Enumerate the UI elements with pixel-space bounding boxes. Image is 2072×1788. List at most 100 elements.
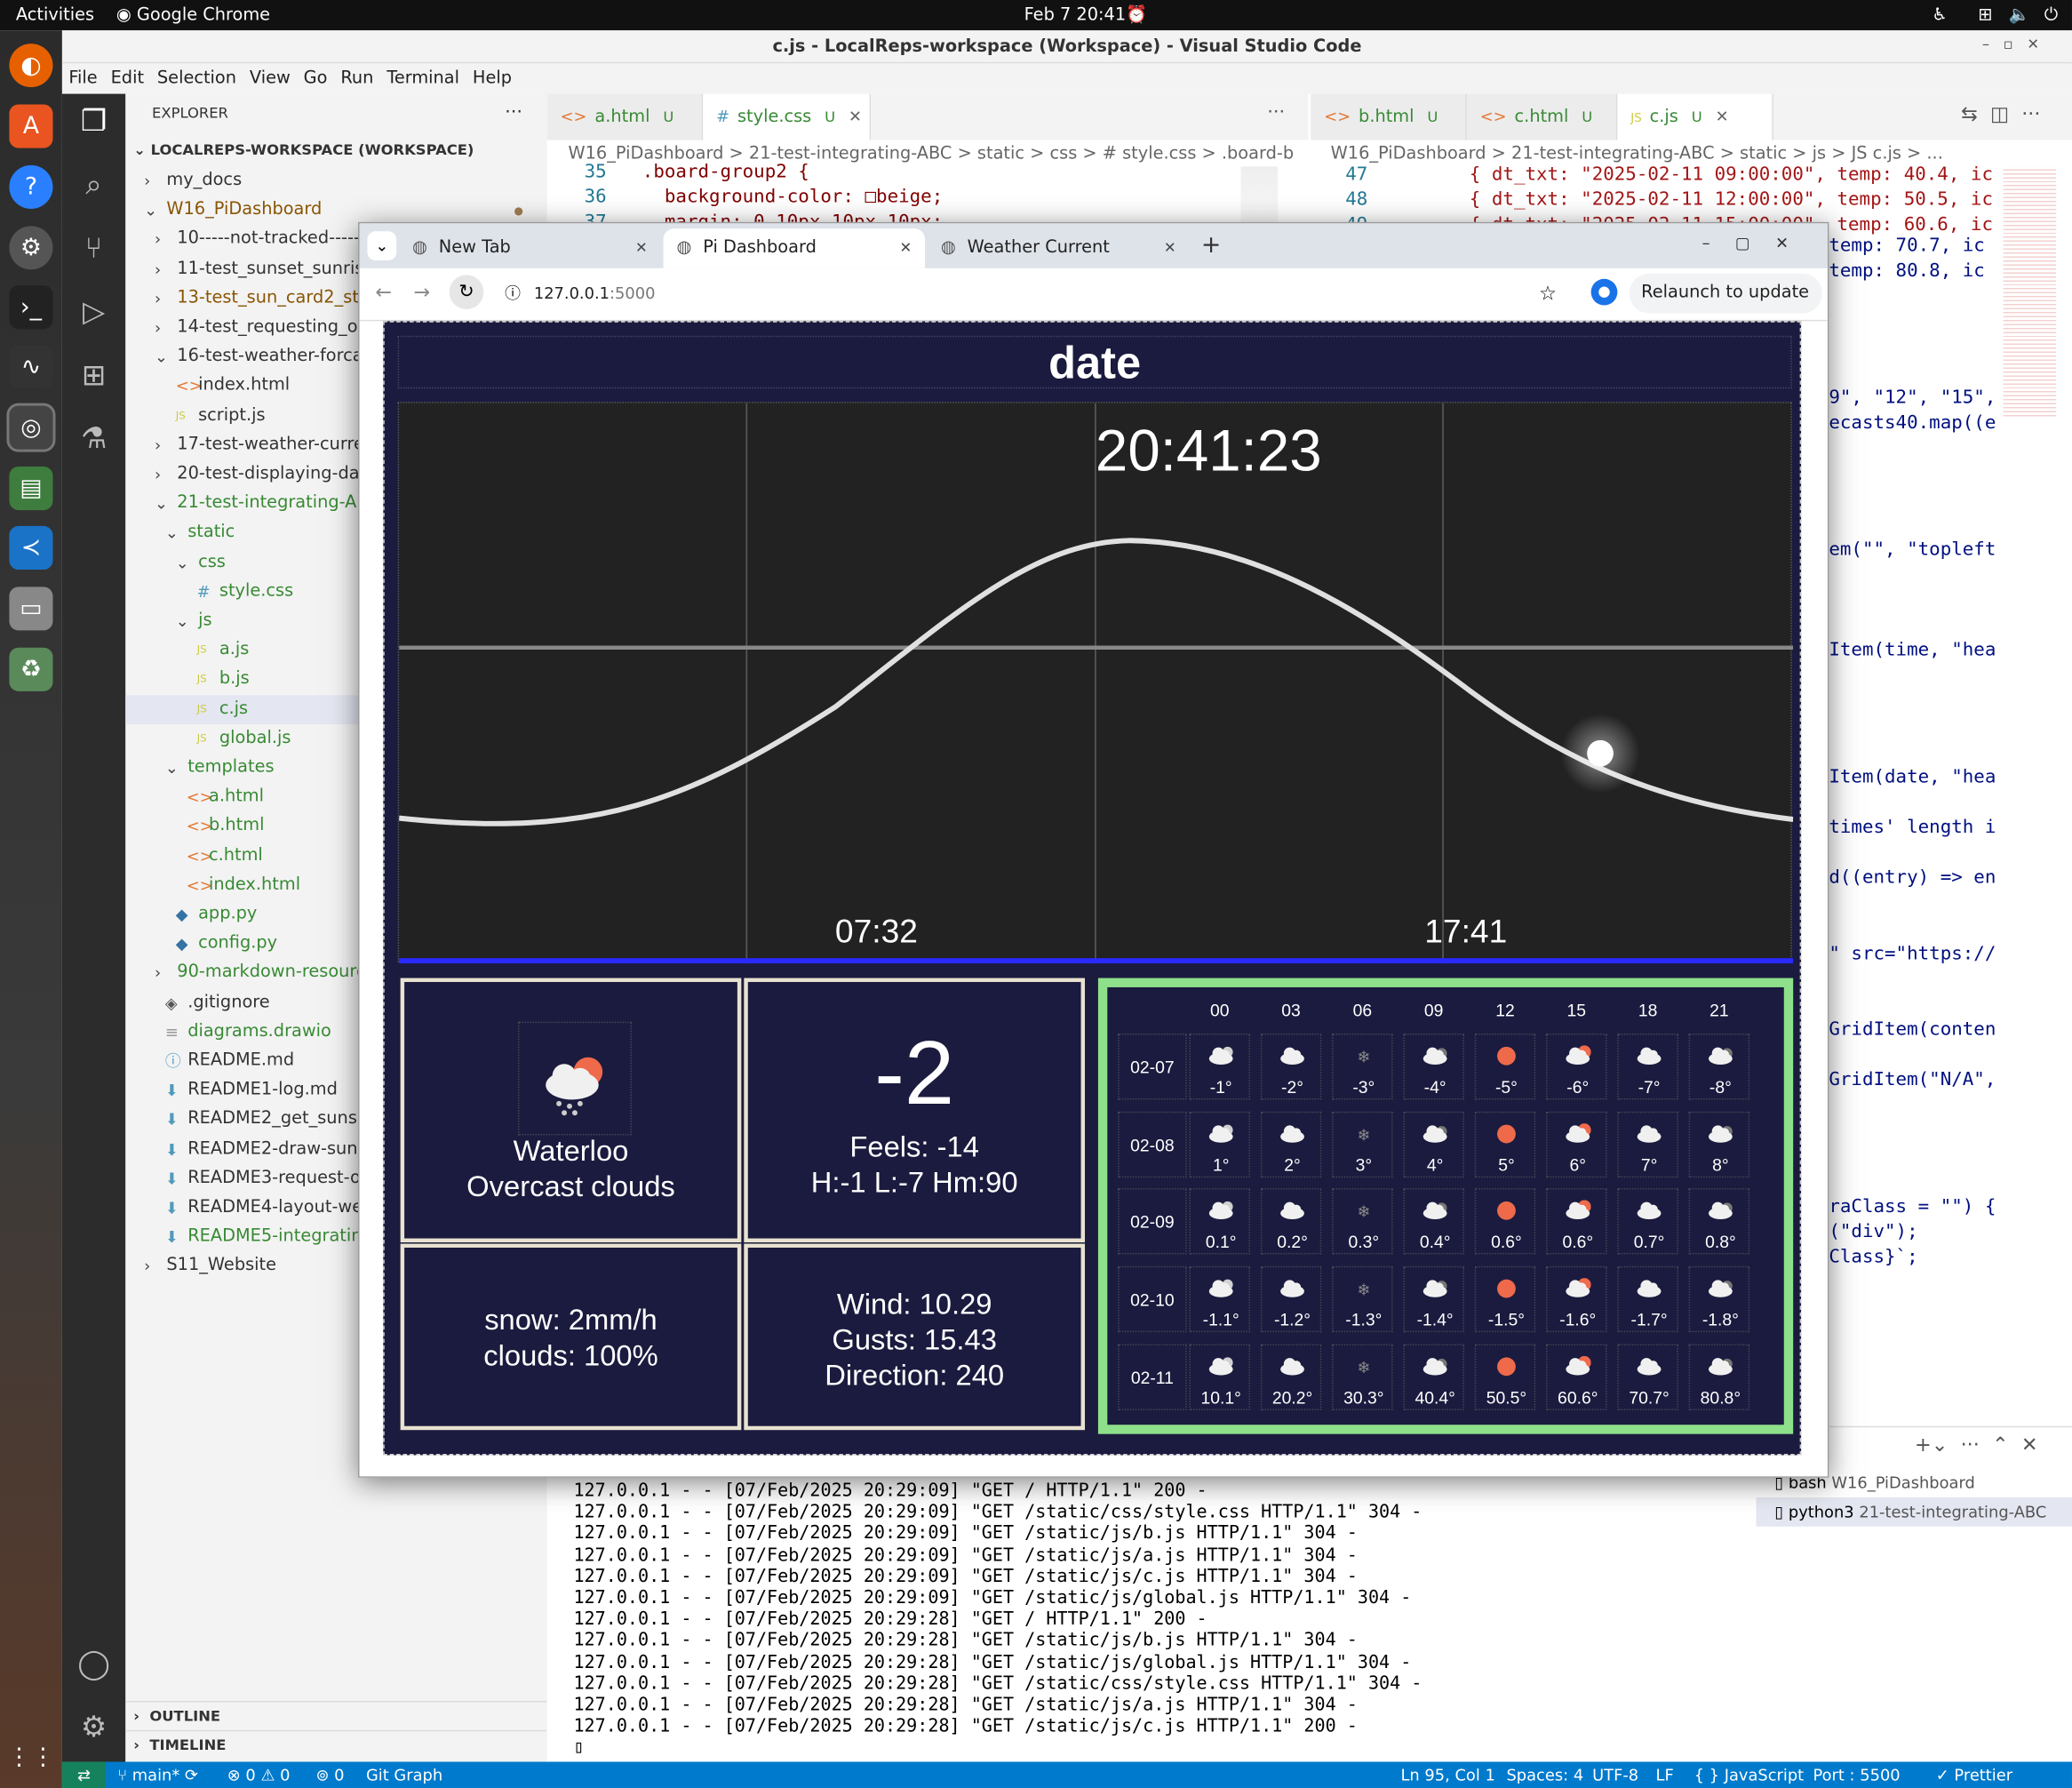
terminal-icon[interactable]: ›_ — [9, 285, 53, 330]
file-type-icon: JS — [1630, 112, 1642, 126]
ports-status[interactable]: ⊚ 0 — [315, 1766, 344, 1784]
accessibility-icon[interactable]: ♿ — [1932, 5, 1947, 25]
cursor-position[interactable]: Ln 95, Col 1 — [1400, 1766, 1494, 1784]
forward-icon[interactable]: → — [414, 280, 431, 304]
app-center-icon[interactable]: A — [9, 104, 53, 148]
chrome-icon[interactable]: ◎ — [6, 403, 56, 452]
menu-file[interactable]: File — [68, 68, 97, 88]
menu-run[interactable]: Run — [340, 68, 373, 88]
problems-status[interactable]: ⊗ 0 ⚠ 0 — [227, 1766, 291, 1784]
source-control-icon[interactable]: ⑂ — [76, 231, 113, 268]
forecast-cell: ❄ 0.3° — [1332, 1188, 1393, 1255]
timeline-section[interactable]: › TIMELINE — [125, 1729, 547, 1760]
terminal-session-python3[interactable]: ▯ python3 21-test-integrating-ABC — [1756, 1497, 2072, 1527]
left-minimap[interactable] — [1240, 166, 1279, 227]
terminal-output[interactable]: 127.0.0.1 - - [07/Feb/2025 20:29:09] "GE… — [546, 1466, 1757, 1762]
account-icon[interactable]: ◯ — [76, 1647, 113, 1684]
trash-icon[interactable]: ♻ — [9, 647, 53, 691]
live-server-port[interactable]: Port : 5500 — [1813, 1766, 1900, 1784]
back-icon[interactable]: ← — [375, 280, 392, 304]
help-icon[interactable]: ? — [9, 164, 53, 209]
extensions-icon[interactable]: ⊞ — [76, 358, 113, 395]
new-tab-icon[interactable]: + — [1201, 231, 1221, 259]
relaunch-button[interactable]: Relaunch to update ⋮ — [1629, 273, 1822, 342]
url-host: 127.0.0.1 — [533, 283, 610, 303]
tab-a-html[interactable]: <> a.html U — [546, 93, 704, 140]
outline-section[interactable]: › OUTLINE — [125, 1701, 547, 1730]
tab-c-html[interactable]: <> c.html U — [1466, 93, 1618, 140]
tab-style-css[interactable]: # style.css U ✕ — [703, 93, 872, 140]
tree-item-label: README2-draw-sun-ca — [187, 1138, 385, 1159]
settings-icon[interactable]: ⚙ — [9, 226, 53, 270]
file-icon: ⓘ — [164, 1051, 181, 1071]
encoding-status[interactable]: UTF-8 — [1592, 1766, 1638, 1784]
close-icon[interactable]: ✕ — [1716, 107, 1729, 125]
address-bar[interactable]: ⓘ 127.0.0.1:5000 ☆ — [491, 273, 1562, 314]
explorer-more-icon[interactable]: ··· — [505, 102, 522, 124]
files-icon[interactable]: ▤ — [9, 466, 53, 511]
volume-icon[interactable]: 🔈 — [2009, 5, 2030, 25]
left-tabs-more-icon[interactable]: ··· — [1267, 102, 1285, 124]
terminal-line: 127.0.0.1 - - [07/Feb/2025 20:29:28] "GE… — [573, 1715, 1358, 1737]
branch-status[interactable]: ⑂ main* ⟳ — [117, 1766, 198, 1784]
workspace-header[interactable]: ⌄ LOCALREPS-WORKSPACE (WORKSPACE) — [133, 141, 474, 158]
explorer-icon[interactable]: ❐ — [76, 104, 113, 141]
activities-button[interactable]: Activities — [16, 5, 94, 25]
system-monitor-icon[interactable]: ∿ — [9, 345, 53, 389]
forecast-temp: 0.6° — [1491, 1232, 1522, 1252]
indentation-status[interactable]: Spaces: 4 — [1506, 1766, 1583, 1784]
close-icon[interactable]: ✕ — [849, 107, 862, 125]
menu-help[interactable]: Help — [473, 68, 512, 88]
tab-label: c.js — [1649, 107, 1678, 127]
power-icon[interactable]: ⏻ — [2044, 5, 2058, 25]
manage-gear-icon[interactable]: ⚙ — [76, 1710, 113, 1747]
testing-icon[interactable]: ⚗ — [76, 421, 113, 459]
forecast-temp: 0.6° — [1562, 1232, 1594, 1252]
reload-icon[interactable]: ↻ — [449, 275, 484, 310]
forecast-cell: 0.6° — [1546, 1188, 1607, 1255]
app-menu[interactable]: ◉ Google Chrome — [116, 5, 270, 25]
tab-badge: U — [1582, 108, 1593, 126]
tab-search-icon[interactable]: ⌄ — [367, 231, 397, 260]
window-controls[interactable]: – ▫ ✕ — [1982, 36, 2039, 52]
dock: ◐ A ? ⚙ ›_ ∿ ◎ ▤ ≺ ▭ ♻ ⋮⋮ — [0, 30, 62, 1788]
search-icon[interactable]: ⌕ — [76, 168, 113, 205]
chrome-tab-pi-dashboard[interactable]: ◍ Pi Dashboard ✕ — [663, 228, 926, 268]
menu-terminal[interactable]: Terminal — [387, 68, 459, 88]
show-apps-icon[interactable]: ⋮⋮ — [7, 1736, 55, 1779]
tab-close-icon[interactable]: ✕ — [899, 228, 912, 268]
run-debug-icon[interactable]: ▷ — [76, 295, 113, 332]
terminal-actions[interactable]: +⌄ ··· ⌃ ✕ — [1915, 1433, 2038, 1457]
tab-close-icon[interactable]: ✕ — [1164, 228, 1176, 268]
tab-b-html[interactable]: <> b.html U — [1311, 93, 1467, 140]
chrome-tab-new-tab[interactable]: ◍ New Tab ✕ — [399, 228, 660, 268]
chrome-tab-weather-current[interactable]: ◍ Weather Current ✕ — [928, 228, 1189, 268]
firefox-icon[interactable]: ◐ — [9, 44, 53, 88]
bookmark-star-icon[interactable]: ☆ — [1539, 274, 1557, 314]
tree-item-my-docs[interactable]: › my_docs — [125, 166, 546, 196]
prettier-status[interactable]: ✓ Prettier — [1936, 1766, 2012, 1784]
tab-c-js[interactable]: JS c.js U ✕ — [1617, 93, 1773, 140]
right-minimap[interactable] — [2003, 166, 2057, 418]
snowflake-icon: ❄ — [1351, 1045, 1377, 1066]
menu-edit[interactable]: Edit — [111, 68, 144, 88]
forecast-temp: -1.3° — [1345, 1309, 1383, 1330]
disk-icon[interactable]: ▭ — [9, 587, 53, 631]
menu-selection[interactable]: Selection — [157, 68, 236, 88]
chrome-window-controls[interactable]: – ▢ ✕ — [1702, 234, 1789, 252]
editor-actions[interactable]: ⇆ ◫ ··· — [1961, 102, 2040, 126]
network-icon[interactable]: ⊞ — [1978, 5, 1992, 25]
menu-go[interactable]: Go — [304, 68, 328, 88]
profile-avatar-icon[interactable]: ● — [1590, 278, 1618, 306]
eol-status[interactable]: LF — [1656, 1766, 1674, 1784]
remote-icon[interactable]: ⇄ — [61, 1761, 106, 1788]
language-mode[interactable]: { } JavaScript — [1694, 1766, 1805, 1784]
tab-close-icon[interactable]: ✕ — [635, 228, 648, 268]
vscode-icon[interactable]: ≺ — [9, 525, 53, 571]
clock[interactable]: Feb 7 20:41 — [1024, 5, 1127, 25]
menu-view[interactable]: View — [250, 68, 291, 88]
forecast-cell: -1° — [1189, 1034, 1250, 1100]
git-graph-button[interactable]: Git Graph — [366, 1766, 442, 1784]
tree-item-w16-pidashboard[interactable]: ⌄ W16_PiDashboard — [125, 196, 546, 225]
site-info-icon[interactable]: ⓘ — [505, 274, 521, 314]
